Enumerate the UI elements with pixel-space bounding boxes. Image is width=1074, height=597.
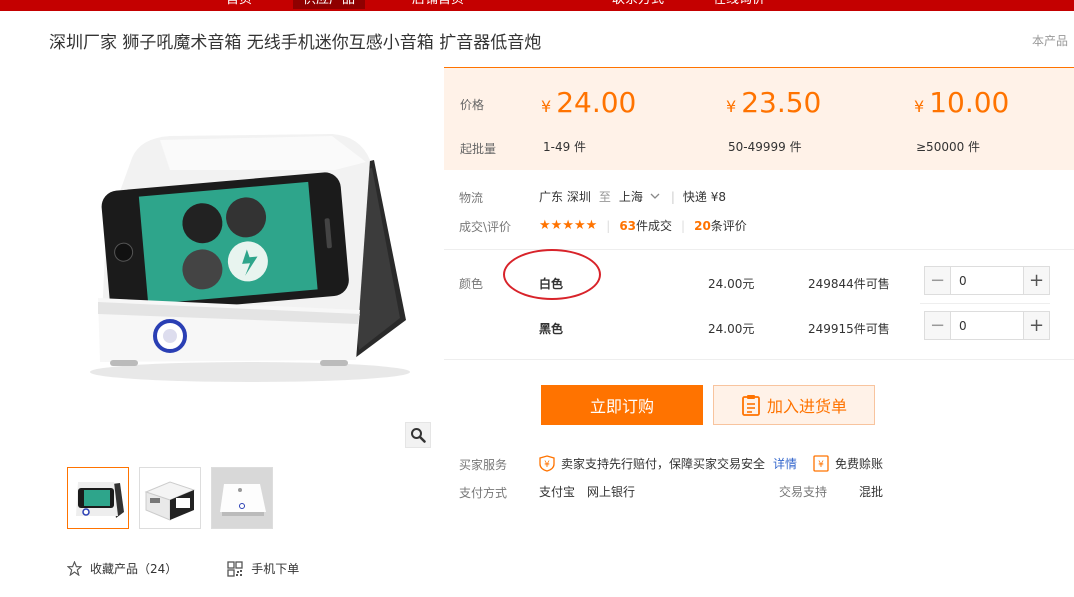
price-tier-2: ¥23.50 [726,86,822,119]
product-title: 深圳厂家 狮子吼魔术音箱 无线手机迷你互感小音箱 扩音器低音炮 [49,33,542,53]
qr-code-icon [227,560,243,577]
guarantee-text: 卖家支持先行赔付，保障买家交易安全 [561,457,766,471]
zoom-button[interactable] [405,422,431,448]
sku-row-black: 黑色 24.00元 249915件可售 − + [444,308,1074,348]
thumbnail-2[interactable] [139,467,201,529]
sku-name[interactable]: 白色 [539,275,563,292]
svg-text:¥: ¥ [544,460,550,470]
nav-item-products[interactable]: 供应产品 [293,0,366,9]
qty-tier-1: 1-49 件 [543,140,587,154]
details-link[interactable]: 详情 [773,455,797,472]
quantity-stepper: − + [924,266,1050,295]
increment-button[interactable]: + [1023,267,1049,294]
ship-to: 上海 [618,190,643,204]
main-product-image [70,110,430,410]
sku-stock: 249844件可售 [808,277,890,291]
express-fee: 快递 ¥8 [682,190,726,204]
order-now-button[interactable]: 立即订购 [541,385,703,425]
reviews-info: ★★★★★ | 63件成交 | 20条评价 [539,217,747,234]
ship-to-dropdown[interactable]: 上海 [619,188,663,205]
order-now-label: 立即订购 [589,397,654,416]
logistics-info: 广东 深圳 至 上海 | 快递 ¥8 [539,188,726,205]
favorite-link[interactable]: 收藏产品（24） [67,560,177,577]
quantity-input[interactable] [951,267,1023,294]
shield-yen-icon: ¥ [539,455,555,472]
thumbnail-3[interactable] [211,467,273,529]
reviews-label: 成交\评价 [459,220,512,234]
quantity-input[interactable] [951,312,1023,339]
free-account-text: 免费赊账 [835,457,884,471]
decrement-button[interactable]: − [925,312,951,339]
ship-to-word: 至 [598,190,611,204]
mobile-order-label: 手机下单 [251,562,300,576]
payment-method-alipay: 支付宝 [539,485,576,499]
reviews-link[interactable]: 20条评价 [694,217,747,234]
add-to-cart-button[interactable]: 加入进货单 [713,385,875,425]
qty-tier-3: ≥50000 件 [916,140,981,154]
sku-price: 24.00元 [708,277,755,291]
increment-button[interactable]: + [1023,312,1049,339]
chevron-down-icon [650,193,660,199]
sku-name[interactable]: 黑色 [539,320,563,337]
divider-1 [444,249,1074,250]
sku-divider [920,303,1050,304]
sku-stock: 249915件可售 [808,322,890,336]
deals-link[interactable]: 63件成交 [619,217,672,234]
top-nav: 首页 供应产品 店铺首页 联系方式 在线询价 [0,0,1074,11]
nav-item-home[interactable]: 首页 [226,0,252,9]
thumbnail-1[interactable] [67,467,129,529]
price-tier-1: ¥24.00 [541,86,637,119]
quantity-stepper: − + [924,311,1050,340]
decrement-button[interactable]: − [925,267,951,294]
payment-label: 支付方式 [459,486,508,500]
nav-item-shop[interactable]: 店铺首页 [412,0,464,9]
payment-method-bank: 网上银行 [587,485,636,499]
thumbnail-strip [67,467,273,529]
trade-support-value: 混批 [859,485,884,499]
logistics-label: 物流 [459,191,484,205]
nav-item-inquiry[interactable]: 在线询价 [713,0,765,9]
add-to-cart-label: 加入进货单 [766,397,847,416]
favorite-label: 收藏产品（24） [90,562,178,576]
product-title-right: 本产品 [1032,34,1069,48]
moq-label: 起批量 [460,142,497,156]
service-label: 买家服务 [459,458,508,472]
price-tier-3: ¥10.00 [914,86,1010,119]
mobile-order-link[interactable]: 手机下单 [227,560,299,577]
service-info: ¥ 卖家支持先行赔付，保障买家交易安全 详情 ¥ 免费赊账 [539,455,883,472]
clipboard-list-icon [741,394,761,416]
divider-2 [444,359,1074,360]
qty-tier-2: 50-49999 件 [728,140,802,154]
bottom-links: 收藏产品（24） 手机下单 [67,560,299,577]
nav-item-contact[interactable]: 联系方式 [612,0,664,9]
sku-row-white: 白色 24.00元 249844件可售 − + [444,263,1074,303]
price-label: 价格 [460,98,485,112]
credit-icon: ¥ [813,455,829,472]
sku-price: 24.00元 [708,322,755,336]
trade-support-label: 交易支持 [779,485,828,499]
price-panel: 价格 起批量 ¥24.00 ¥23.50 ¥10.00 1-49 件 50-49… [444,67,1074,170]
rating-stars-icon: ★★★★★ [539,218,598,233]
magnifier-icon [411,428,426,443]
ship-from: 广东 深圳 [539,190,591,204]
svg-text:¥: ¥ [818,460,824,470]
star-outline-icon [67,561,82,576]
payment-methods: 支付宝 网上银行 [539,483,647,500]
